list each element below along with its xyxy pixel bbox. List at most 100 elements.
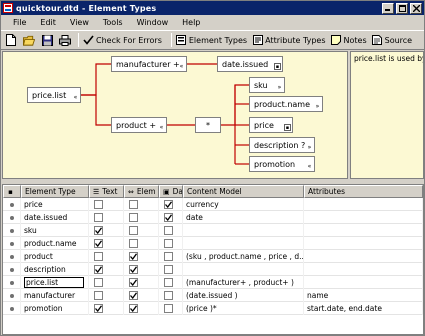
open-folder-icon[interactable] xyxy=(23,34,35,46)
elem-checkbox[interactable] xyxy=(129,226,138,235)
element-name-cell[interactable]: sku xyxy=(21,224,89,237)
text-checkbox[interactable] xyxy=(94,200,103,209)
content-model-cell[interactable] xyxy=(183,263,304,276)
table-row[interactable]: price currency xyxy=(3,198,423,211)
header-element-type[interactable]: Element Type xyxy=(21,185,89,198)
content-model-cell[interactable] xyxy=(183,224,304,237)
data-checkbox[interactable] xyxy=(164,252,173,261)
text-checkbox[interactable] xyxy=(94,252,103,261)
elem-checkbox[interactable] xyxy=(129,213,138,222)
table-row[interactable]: sku xyxy=(3,224,423,237)
data-checkbox[interactable] xyxy=(164,291,173,300)
data-checkbox[interactable] xyxy=(164,278,173,287)
content-model-cell[interactable]: currency xyxy=(183,198,304,211)
element-name-cell[interactable]: manufacturer xyxy=(21,289,89,302)
content-model-cell[interactable]: (manufacturer+ , product+ ) xyxy=(183,276,304,289)
elem-checkbox[interactable] xyxy=(129,278,138,287)
elem-checkbox[interactable] xyxy=(129,200,138,209)
elem-checkbox[interactable] xyxy=(129,265,138,274)
menu-file[interactable]: File xyxy=(6,18,33,27)
element-types-button[interactable]: Element Types xyxy=(176,35,247,46)
diagram-node-product[interactable]: product + « xyxy=(111,117,167,133)
title-bar[interactable]: quicktour.dtd - Element Types xyxy=(1,1,424,15)
diagram-node-description[interactable]: description ? » xyxy=(249,137,315,153)
header-attributes[interactable]: Attributes xyxy=(304,185,423,198)
table-row[interactable]: product.name xyxy=(3,237,423,250)
diagram-node-date-issued[interactable]: date.issued ▪ xyxy=(217,56,283,72)
attributes-cell[interactable] xyxy=(304,224,423,237)
element-name-cell[interactable]: promotion xyxy=(21,302,89,315)
header-data[interactable]: ▣Data xyxy=(159,185,183,198)
text-checkbox[interactable] xyxy=(94,304,103,313)
data-checkbox[interactable] xyxy=(164,213,173,222)
table-row[interactable]: product (sku , product.name , price , d..… xyxy=(3,250,423,263)
text-checkbox[interactable] xyxy=(94,239,103,248)
notes-button[interactable]: Notes xyxy=(331,35,367,46)
table-row[interactable]: date.issued date xyxy=(3,211,423,224)
content-model-cell[interactable]: (price )* xyxy=(183,302,304,315)
attributes-cell[interactable]: name xyxy=(304,289,423,302)
element-name-cell[interactable]: price xyxy=(21,198,89,211)
element-name-cell[interactable]: date.issued xyxy=(21,211,89,224)
attributes-cell[interactable] xyxy=(304,211,423,224)
attributes-cell[interactable] xyxy=(304,263,423,276)
header-text[interactable]: ☰ Text xyxy=(89,185,124,198)
text-checkbox[interactable] xyxy=(94,265,103,274)
content-model-cell[interactable]: (date.issued ) xyxy=(183,289,304,302)
attribute-types-button[interactable]: Attribute Types xyxy=(252,35,326,46)
diagram-node-sequence[interactable]: * xyxy=(195,117,221,133)
element-name-cell[interactable]: product.name xyxy=(21,237,89,250)
attributes-cell[interactable] xyxy=(304,276,423,289)
new-file-icon[interactable] xyxy=(5,34,17,46)
data-checkbox[interactable] xyxy=(164,239,173,248)
element-name-cell[interactable]: product xyxy=(21,250,89,263)
source-button[interactable]: Source xyxy=(372,35,412,46)
content-model-cell[interactable]: (sku , product.name , price , d... xyxy=(183,250,304,263)
menu-window[interactable]: Window xyxy=(130,18,176,27)
diagram-node-root[interactable]: price.list « xyxy=(27,87,81,103)
diagram-node-promotion[interactable]: promotion « xyxy=(249,156,315,172)
text-checkbox[interactable] xyxy=(94,226,103,235)
text-checkbox[interactable] xyxy=(94,213,103,222)
diagram-node-product-name[interactable]: product.name » xyxy=(249,96,323,112)
maximize-button[interactable] xyxy=(396,2,408,14)
close-button[interactable] xyxy=(410,2,422,14)
attributes-cell[interactable]: start.date, end.date xyxy=(304,302,423,315)
save-icon[interactable] xyxy=(41,34,53,46)
elem-checkbox[interactable] xyxy=(129,304,138,313)
menu-edit[interactable]: Edit xyxy=(33,18,63,27)
data-checkbox[interactable] xyxy=(164,200,173,209)
element-name-cell[interactable]: price.list xyxy=(21,276,89,289)
content-model-cell[interactable]: date xyxy=(183,211,304,224)
data-checkbox[interactable] xyxy=(164,265,173,274)
data-checkbox[interactable] xyxy=(164,304,173,313)
element-name-cell[interactable]: description xyxy=(21,263,89,276)
elem-checkbox[interactable] xyxy=(129,252,138,261)
text-checkbox[interactable] xyxy=(94,291,103,300)
diagram-node-price[interactable]: price ▪ xyxy=(249,117,293,133)
attributes-cell[interactable] xyxy=(304,237,423,250)
table-row[interactable]: manufacturer (date.issued ) name xyxy=(3,289,423,302)
diagram-node-manufacturer[interactable]: manufacturer + « xyxy=(111,56,187,72)
table-row[interactable]: promotion (price )* start.date, end.date xyxy=(3,302,423,315)
content-model-diagram[interactable]: price.list « manufacturer + « date.issue… xyxy=(2,51,348,179)
elem-checkbox[interactable] xyxy=(129,291,138,300)
attributes-cell[interactable] xyxy=(304,198,423,211)
minimize-button[interactable] xyxy=(382,2,394,14)
menu-view[interactable]: View xyxy=(63,18,96,27)
header-elem[interactable]: ⇔ Elem xyxy=(124,185,159,198)
element-name-editor[interactable]: price.list xyxy=(24,277,84,288)
content-model-cell[interactable] xyxy=(183,237,304,250)
attributes-cell[interactable] xyxy=(304,250,423,263)
elem-checkbox[interactable] xyxy=(129,239,138,248)
print-icon[interactable] xyxy=(59,34,71,46)
menu-help[interactable]: Help xyxy=(175,18,207,27)
diagram-node-sku[interactable]: sku » xyxy=(249,77,285,93)
table-row[interactable]: description xyxy=(3,263,423,276)
menu-tools[interactable]: Tools xyxy=(96,18,130,27)
table-row[interactable]: price.list (manufacturer+ , product+ ) xyxy=(3,276,423,289)
check-for-errors-button[interactable]: Check For Errors xyxy=(83,35,162,46)
text-checkbox[interactable] xyxy=(94,278,103,287)
header-content-model[interactable]: Content Model xyxy=(183,185,304,198)
header-marker[interactable]: ▪ xyxy=(3,185,21,198)
